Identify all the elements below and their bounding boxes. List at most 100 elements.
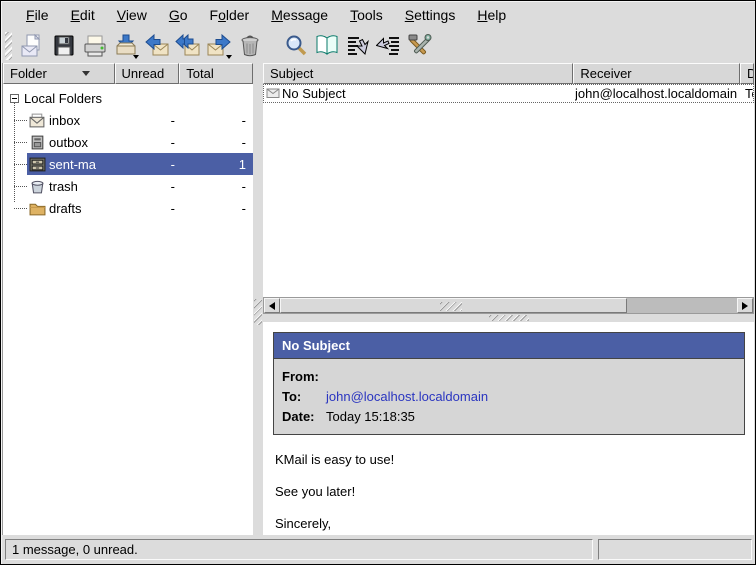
kmail-window: File Edit View Go Folder Message Tools S… (0, 0, 756, 565)
scroll-right-button[interactable] (737, 298, 753, 313)
reply-all-icon (175, 33, 201, 59)
date-label: Date: (282, 409, 326, 424)
select-messages-button[interactable] (343, 32, 372, 61)
horizontal-splitter[interactable] (263, 314, 754, 322)
status-progress-panel (598, 539, 752, 560)
folder-unread-count: - (171, 135, 175, 150)
new-message-button[interactable] (18, 32, 47, 61)
body-line (275, 468, 744, 484)
folder-unread-count: - (171, 201, 175, 216)
status-text: 1 message, 0 unread. (12, 542, 138, 557)
message-fields: From: To: john@localhost.localdomain Dat… (274, 358, 744, 434)
date-column-header[interactable]: Date (740, 63, 754, 84)
message-envelope-icon (266, 88, 280, 99)
message-row[interactable]: No Subject john@localhost.localdomain To… (263, 84, 754, 103)
message-body: KMail is easy to use! See you later! Sin… (275, 452, 744, 535)
folder-column-header[interactable]: Folder (3, 63, 115, 84)
address-book-icon (314, 33, 340, 59)
folder-total-count: - (242, 113, 246, 128)
scroll-left-button[interactable] (264, 298, 280, 313)
print-button[interactable] (80, 32, 109, 61)
tree-connector (14, 120, 27, 121)
configure-button[interactable] (405, 32, 434, 61)
new-message-icon (20, 33, 46, 59)
folder-total-count: - (242, 201, 246, 216)
menu-folder[interactable]: Folder (199, 2, 261, 28)
menu-help[interactable]: Help (466, 2, 517, 28)
subject-column-header[interactable]: Subject (263, 63, 573, 84)
unread-column-label: Unread (122, 66, 165, 81)
check-mail-dropdown-icon[interactable] (133, 55, 139, 59)
message-list-header: Subject Receiver Date (263, 63, 754, 84)
message-list: No Subject john@localhost.localdomain To… (263, 84, 754, 297)
inbox-icon (29, 113, 46, 128)
drafts-folder-icon (29, 201, 46, 216)
folder-label: drafts (49, 201, 82, 216)
receiver-column-label: Receiver (580, 66, 631, 81)
tree-connector (14, 142, 27, 143)
folder-total-count: - (242, 135, 246, 150)
print-icon (82, 33, 108, 59)
to-row: To: john@localhost.localdomain (282, 386, 736, 406)
scrollbar-thumb[interactable] (280, 298, 627, 313)
save-icon (51, 33, 77, 59)
selected-folder-highlight: sent-ma (27, 153, 253, 175)
scrollbar-thumb-grip (440, 302, 462, 311)
menu-tools[interactable]: Tools (339, 2, 394, 28)
select-list-icon (345, 33, 371, 59)
sent-mail-icon (29, 157, 46, 172)
forward-dropdown-icon[interactable] (226, 55, 232, 59)
toolbar-drag-handle[interactable] (5, 32, 12, 60)
status-message-panel: 1 message, 0 unread. (5, 539, 593, 560)
total-column-header[interactable]: Total (179, 63, 253, 84)
folder-row-trash[interactable]: trash - - (3, 175, 253, 197)
menu-settings[interactable]: Settings (394, 2, 467, 28)
collapse-expander-icon[interactable] (10, 94, 19, 103)
unread-column-header[interactable]: Unread (115, 63, 180, 84)
toolbar (1, 29, 755, 63)
folder-row-inbox[interactable]: inbox - - (3, 109, 253, 131)
folder-unread-count: - (171, 113, 175, 128)
main-area: Folder Unread Total Local Folders (2, 63, 754, 535)
folder-label: sent-ma (49, 157, 96, 172)
reply-button[interactable] (142, 32, 171, 61)
message-date: Today 15:18:35 (745, 86, 753, 101)
sort-descending-icon (82, 71, 90, 76)
vertical-splitter[interactable] (253, 63, 263, 535)
find-messages-button[interactable] (281, 32, 310, 61)
folder-label: inbox (49, 113, 80, 128)
address-book-button[interactable] (312, 32, 341, 61)
to-label: To: (282, 389, 326, 404)
menu-edit[interactable]: Edit (60, 2, 106, 28)
search-icon (283, 33, 309, 59)
configure-icon (407, 33, 433, 59)
total-column-label: Total (186, 66, 213, 81)
check-mail-button[interactable] (111, 32, 140, 61)
tree-connector (14, 208, 27, 209)
scrollbar-track[interactable] (280, 298, 737, 313)
folder-row-sent[interactable]: sent-ma - 1 (3, 153, 253, 175)
folder-root-row[interactable]: Local Folders (3, 87, 253, 109)
goto-message-button[interactable] (374, 32, 403, 61)
message-title-bar: No Subject (274, 333, 744, 358)
message-header-box: No Subject From: To: john@localhost.loca… (273, 332, 745, 435)
date-column-label: Date (747, 66, 754, 81)
to-address-link[interactable]: john@localhost.localdomain (326, 389, 488, 404)
menu-message[interactable]: Message (260, 2, 339, 28)
body-line: George (275, 532, 744, 535)
trash-button[interactable] (235, 32, 264, 61)
menu-file[interactable]: File (15, 2, 60, 28)
folder-root-label: Local Folders (24, 91, 102, 106)
folder-row-outbox[interactable]: outbox - - (3, 131, 253, 153)
reply-all-button[interactable] (173, 32, 202, 61)
save-button[interactable] (49, 32, 78, 61)
folder-list-header: Folder Unread Total (3, 63, 253, 84)
from-label: From: (282, 369, 326, 384)
forward-button[interactable] (204, 32, 233, 61)
folder-pane: Folder Unread Total Local Folders (2, 63, 253, 535)
receiver-column-header[interactable]: Receiver (573, 63, 740, 84)
menu-go[interactable]: Go (158, 2, 199, 28)
folder-total-count: 1 (239, 157, 246, 172)
menu-view[interactable]: View (106, 2, 158, 28)
folder-row-drafts[interactable]: drafts - - (3, 197, 253, 219)
